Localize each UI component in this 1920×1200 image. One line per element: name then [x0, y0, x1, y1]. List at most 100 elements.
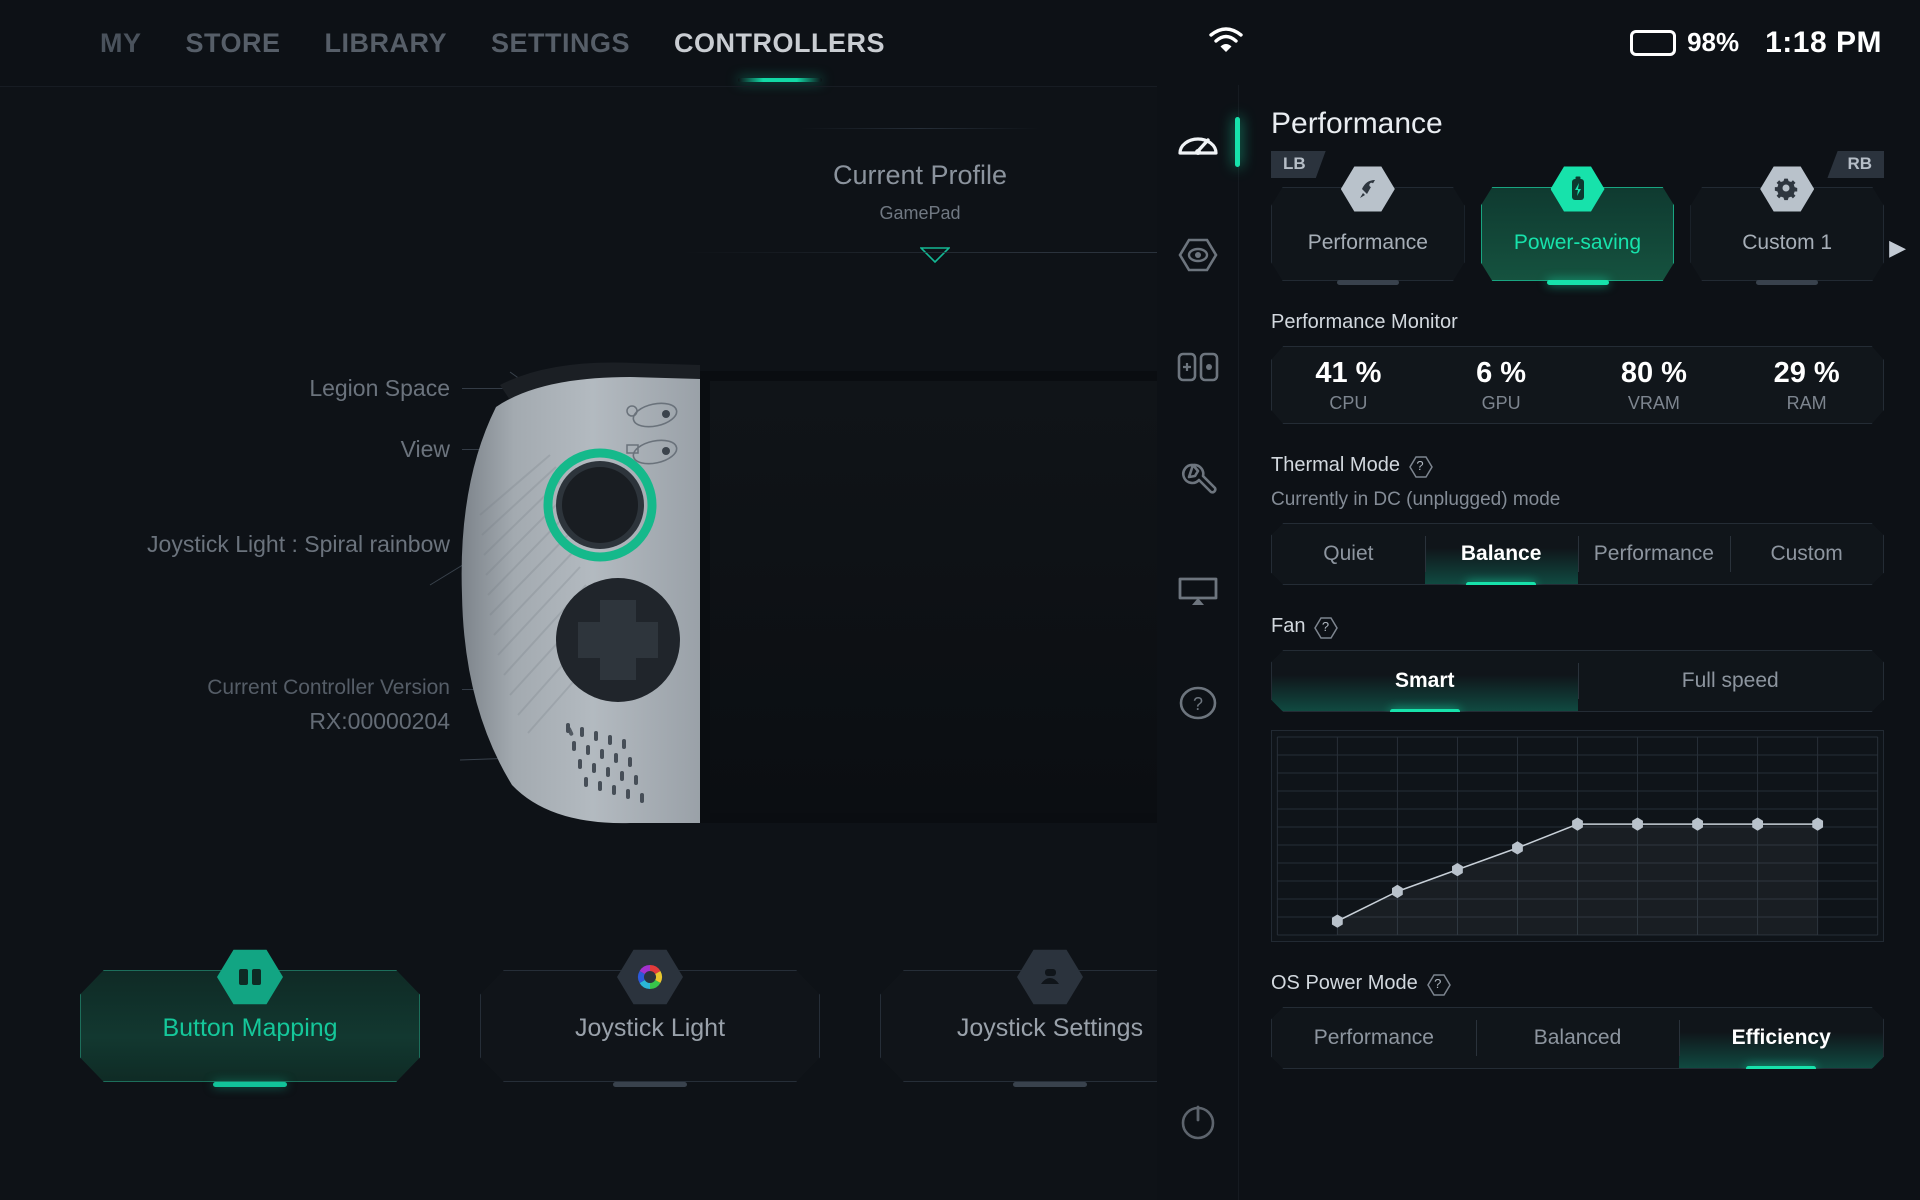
action-joystick-settings-label: Joystick Settings: [956, 1014, 1144, 1042]
action-joystick-settings[interactable]: Joystick Settings: [880, 949, 1157, 1087]
rail-item-help[interactable]: ?: [1166, 667, 1230, 739]
selection-underline: [1013, 1082, 1087, 1087]
performance-monitor-label: Performance Monitor: [1271, 311, 1884, 334]
profile-dropdown-caret-icon[interactable]: [906, 234, 950, 263]
action-joystick-light-label: Joystick Light: [574, 1014, 726, 1042]
profile-top-rule: [800, 128, 1040, 129]
selection-underline: [613, 1082, 687, 1087]
rail-item-power[interactable]: [1166, 1086, 1230, 1158]
gear-cog-icon: [1760, 165, 1815, 213]
overlay-page-title: Performance: [1271, 107, 1443, 140]
performance-overlay-panel: 98% 1:18 PM ? Performance LB RB Performa…: [1157, 0, 1920, 1200]
power-icon: [1181, 1105, 1214, 1140]
current-profile-block[interactable]: Current Profile GamePad: [680, 128, 1157, 263]
handheld-device-illustration: [400, 355, 1157, 825]
bumper-left-hint: LB: [1271, 151, 1326, 178]
nav-item-library[interactable]: LIBRARY: [303, 28, 470, 59]
rail-item-performance[interactable]: [1166, 107, 1240, 179]
profile-card-custom-1[interactable]: Custom 1: [1690, 166, 1885, 285]
os-power-mode-segmented-control: Performance Balanced Efficiency: [1271, 1007, 1884, 1069]
nav-item-controllers[interactable]: CONTROLLERS: [652, 27, 907, 82]
thermal-option-balance[interactable]: Balance: [1424, 524, 1578, 584]
nav-active-underline: [737, 77, 822, 82]
performance-monitor: 41 % CPU 6 % GPU 80 % VRAM 29 % RAM: [1271, 346, 1884, 424]
os-power-option-performance[interactable]: Performance: [1272, 1008, 1476, 1068]
overlay-icon-rail: ?: [1157, 85, 1240, 1200]
overlay-status-bar: 98% 1:18 PM: [1157, 0, 1920, 85]
profile-divider: [680, 252, 1157, 253]
thermal-mode-title: Thermal Mode: [1271, 454, 1400, 476]
action-button-mapping[interactable]: Button Mapping: [80, 949, 420, 1087]
performance-monitor-title: Performance Monitor: [1271, 311, 1458, 333]
card-underline: [1756, 280, 1819, 285]
nav-item-settings[interactable]: SETTINGS: [469, 28, 652, 59]
battery-percent-label: 98%: [1687, 27, 1740, 57]
monitor-cell-cpu: 41 % CPU: [1272, 357, 1425, 414]
joystick-icon: [1017, 948, 1083, 1006]
wrench-icon: [1181, 463, 1217, 494]
fan-curve-chart[interactable]: [1271, 730, 1884, 942]
card-underline: [1546, 280, 1609, 285]
profile-card-power-saving[interactable]: Power-saving: [1480, 166, 1675, 285]
thermal-mode-label: Thermal Mode ?: [1271, 454, 1884, 478]
os-power-option-efficiency[interactable]: Efficiency: [1679, 1008, 1884, 1068]
monitor-cpu-label: CPU: [1329, 392, 1368, 413]
rail-item-controller[interactable]: [1166, 331, 1230, 403]
overlay-body: ? Performance LB RB Performance Power-sa…: [1157, 85, 1920, 1200]
clock-label: 1:18 PM: [1765, 25, 1882, 59]
help-hex-icon[interactable]: ?: [1314, 616, 1339, 639]
controller-icon: [1177, 352, 1218, 382]
fan-title: Fan: [1271, 615, 1306, 637]
rocket-icon: [1340, 165, 1395, 213]
action-joystick-light[interactable]: Joystick Light: [480, 949, 820, 1087]
card-underline: [1336, 280, 1399, 285]
profile-card-performance-label: Performance: [1307, 231, 1428, 254]
thermal-option-custom[interactable]: Custom: [1730, 524, 1883, 584]
color-wheel-icon: [617, 948, 683, 1006]
os-power-mode-label: OS Power Mode ?: [1271, 972, 1884, 996]
nav-item-store[interactable]: STORE: [164, 28, 303, 59]
current-profile-title: Current Profile: [832, 160, 1008, 190]
profile-card-performance[interactable]: Performance: [1271, 166, 1465, 285]
monitor-cast-icon: [1178, 577, 1217, 605]
monitor-cell-vram: 80 % VRAM: [1578, 357, 1731, 414]
profile-card-custom-1-label: Custom 1: [1742, 231, 1833, 254]
selection-underline: [213, 1082, 287, 1087]
thermal-option-quiet[interactable]: Quiet: [1272, 524, 1425, 584]
overlay-content: Performance LB RB Performance Power-savi…: [1239, 85, 1920, 1200]
annotation-joystick-light: Joystick Light : Spiral rainbow: [90, 530, 602, 565]
help-hex-icon[interactable]: ?: [1409, 455, 1433, 478]
bumper-right-hint: RB: [1827, 151, 1884, 178]
hex-eye-icon: [1177, 238, 1218, 272]
battery-bolt-icon: [1550, 165, 1605, 213]
monitor-vram-value: 80 %: [1620, 356, 1687, 389]
monitor-ram-label: RAM: [1786, 392, 1827, 413]
monitor-ram-value: 29 %: [1773, 356, 1840, 389]
rail-item-display-eye[interactable]: [1166, 219, 1230, 291]
profile-card-power-saving-label: Power-saving: [1513, 231, 1642, 254]
battery-indicator: 98%: [1630, 27, 1739, 58]
thermal-option-performance[interactable]: Performance: [1577, 524, 1731, 584]
rail-item-display-output[interactable]: [1166, 555, 1230, 627]
nav-item-controllers-label: CONTROLLERS: [674, 27, 886, 58]
os-power-mode-title: OS Power Mode: [1271, 972, 1418, 994]
chevron-right-icon[interactable]: ▶: [1889, 235, 1906, 261]
thermal-mode-segmented-control: Quiet Balance Performance Custom: [1271, 523, 1884, 585]
nav-item-my[interactable]: MY: [78, 28, 164, 59]
monitor-cell-ram: 29 % RAM: [1730, 357, 1883, 414]
fan-label: Fan ?: [1271, 615, 1884, 639]
action-button-mapping-label: Button Mapping: [162, 1014, 338, 1042]
help-hex-icon[interactable]: ?: [1426, 973, 1451, 996]
thermal-mode-subtext: Currently in DC (unplugged) mode: [1271, 489, 1561, 510]
fan-option-full-speed[interactable]: Full speed: [1577, 651, 1884, 711]
wifi-icon: [1209, 27, 1243, 58]
svg-text:?: ?: [1192, 694, 1202, 714]
monitor-cpu-value: 41 %: [1315, 356, 1382, 389]
battery-icon: [1630, 29, 1677, 56]
top-navigation: MY STORE LIBRARY SETTINGS CONTROLLERS: [0, 0, 1157, 86]
os-power-option-balanced[interactable]: Balanced: [1475, 1008, 1680, 1068]
monitor-vram-label: VRAM: [1627, 392, 1680, 413]
rail-item-tools[interactable]: [1166, 443, 1230, 515]
nav-divider: [0, 86, 1157, 87]
fan-option-smart[interactable]: Smart: [1272, 651, 1578, 711]
